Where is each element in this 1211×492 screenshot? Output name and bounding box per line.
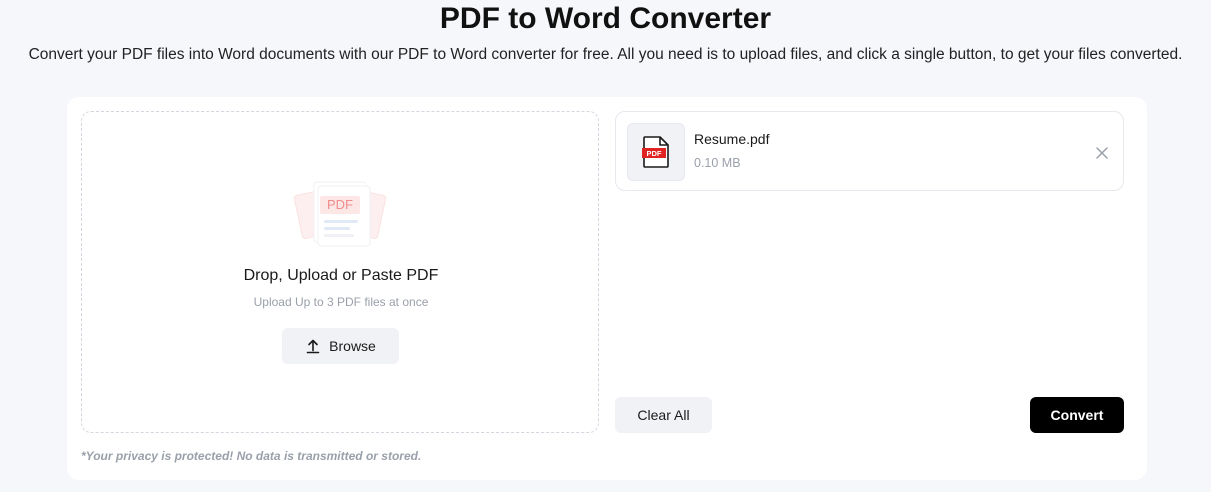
file-list-item: PDF Resume.pdf 0.10 MB xyxy=(615,111,1124,191)
file-name: Resume.pdf xyxy=(694,131,770,147)
browse-button[interactable]: Browse xyxy=(282,328,399,364)
illustration-pdf-label: PDF xyxy=(327,197,353,212)
page-subtitle: Convert your PDF files into Word documen… xyxy=(28,46,1183,63)
browse-button-label: Browse xyxy=(329,338,376,354)
upload-icon xyxy=(306,339,320,354)
file-size: 0.10 MB xyxy=(694,156,741,170)
convert-button[interactable]: Convert xyxy=(1030,397,1124,433)
pdf-badge-label: PDF xyxy=(647,149,662,158)
dropzone-title: Drop, Upload or Paste PDF xyxy=(243,267,439,284)
page-title: PDF to Word Converter xyxy=(439,2,772,35)
pdf-files-illustration-icon: PDF xyxy=(293,181,387,247)
privacy-note: *Your privacy is protected! No data is t… xyxy=(81,449,422,463)
dropzone-hint: Upload Up to 3 PDF files at once xyxy=(253,295,429,309)
pdf-file-icon: PDF xyxy=(642,136,669,168)
file-thumbnail: PDF xyxy=(627,123,685,181)
close-icon[interactable] xyxy=(1094,145,1110,161)
upload-dropzone[interactable]: PDF Drop, Upload or Paste PDF Upload Up … xyxy=(81,111,599,433)
clear-all-button[interactable]: Clear All xyxy=(615,397,712,433)
converter-card: PDF Drop, Upload or Paste PDF Upload Up … xyxy=(67,97,1147,480)
